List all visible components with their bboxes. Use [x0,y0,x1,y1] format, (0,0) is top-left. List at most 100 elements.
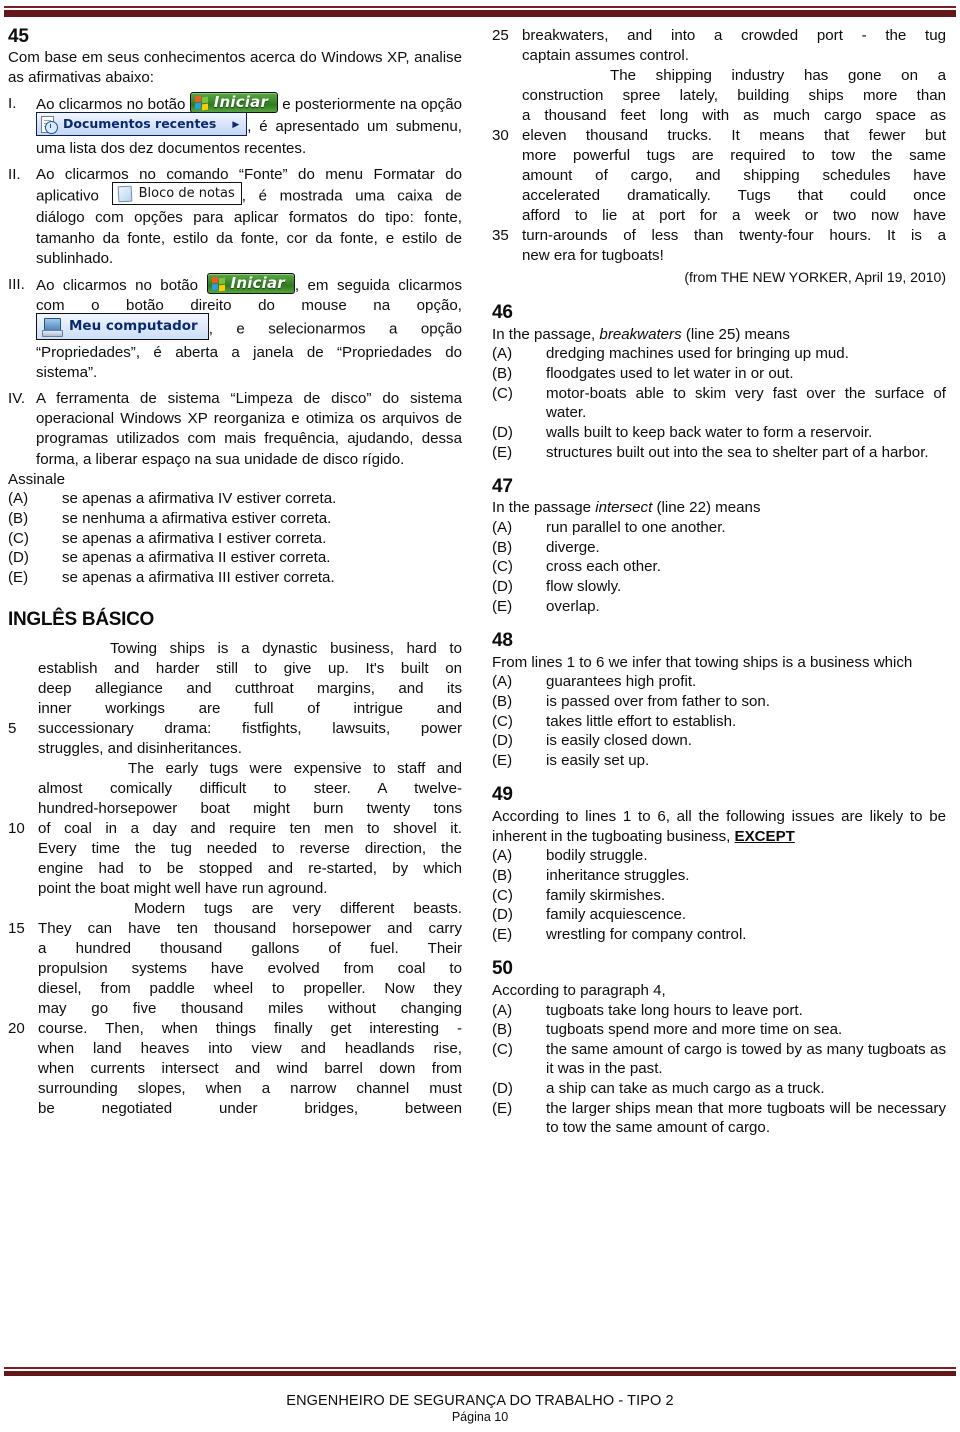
alternative-d[interactable]: (D) a ship can take as much cargo as a tr… [492,1079,946,1099]
question-number: 48 [492,630,513,652]
alternative-text: is passed over from father to son. [546,693,770,710]
recent-documents-menu-image: Documentos recentes ▶ [36,112,248,137]
recent-documents-label: Documentos recentes [63,116,217,132]
alternative-text: is easily closed down. [546,732,692,750]
question-50: 50 According to paragraph 4, (A) tugboats… [492,958,946,1137]
alternative-label: (D) [492,578,513,596]
alternative-e[interactable]: (E) is easily set up. [492,751,946,771]
alternative-e[interactable]: (E) se apenas a afirmativa III estiver c… [8,568,462,588]
passage-line: when currents intersect and wind barrel … [8,1059,462,1079]
alternative-text: se apenas a afirmativa II estiver corret… [62,549,331,567]
alternative-c[interactable]: (C) cross each other. [492,557,946,577]
alternative-e[interactable]: (E) the larger ships mean that more tugbo… [492,1099,946,1138]
alternative-b[interactable]: (B) inheritance struggles. [492,866,946,886]
start-button-image: Iniciar [189,91,279,114]
alternative-label: (B) [492,1021,513,1039]
line-text: The shipping industry has gone on a [610,66,946,84]
alternative-text: the same amount of cargo is towed by as … [546,1040,946,1078]
alternative-d[interactable]: (D) family acquiescence. [492,905,946,925]
passage-line: establish and harder still to give up. I… [8,659,462,679]
affirmation-label: I. [8,94,17,112]
reading-passage-left: Towing ships is a dynastic business, har… [8,639,462,1119]
question-number: 49 [492,784,513,806]
question-stem: Com base em seus conhecimentos acerca do… [8,49,462,87]
alternative-text: cross each other. [546,558,661,576]
alternative-c[interactable]: (C) takes little effort to establish. [492,712,946,732]
line-text: afford to lie at port for a week or two … [522,206,946,224]
question-stem: In the passage intersect (line 22) means [492,499,761,517]
alternative-label: (E) [492,1099,513,1117]
my-computer-label: Meu computador [69,317,198,334]
alternative-d[interactable]: (D) walls built to keep back water to for… [492,423,946,443]
alternative-label: (A) [492,847,513,865]
notepad-image: Bloco de notas [111,182,242,206]
notepad-label: Bloco de notas [138,186,235,202]
alternative-label: (E) [492,925,513,943]
alternative-d[interactable]: (D) flow slowly. [492,577,946,597]
section-title-ingles-basico: INGLÊS BÁSICO [8,609,155,631]
submenu-arrow-icon: ▶ [232,118,240,129]
line-text: struggles, and disinheritances. [38,740,242,758]
affirmation-ii: II. Ao clicarmos no comando “Fonte” do m… [8,165,462,268]
footer-title: ENGENHEIRO DE SEGURANÇA DO TRABALHO - TI… [286,1393,674,1410]
alternative-a[interactable]: (A) dredging machines used for bringing u… [492,344,946,364]
affirmation-i-part2: e posteriormente na opção [282,95,462,113]
alternative-e[interactable]: (E) structures built out into the sea to … [492,443,946,463]
alternative-c[interactable]: (C) family skirmishes. [492,886,946,906]
alternative-e[interactable]: (E) wrestling for company control. [492,925,946,945]
alternative-text: tugboats spend more and more time on sea… [546,1021,843,1039]
header-rule [4,6,956,18]
alternative-b[interactable]: (B) floodgates used to let water in or ou… [492,364,946,384]
passage-line: point the boat might well have run agrou… [8,879,462,899]
line-text: captain assumes control. [522,46,689,64]
left-column: 45 Com base em seus conhecimentos acerca… [8,26,462,1119]
question-47: 47 In the passage intersect (line 22) me… [492,476,946,616]
alternative-a[interactable]: (A) guarantees high profit. [492,672,946,692]
alternative-b[interactable]: (B) is passed over from father to son. [492,692,946,712]
passage-line: Every time the tug needed to reverse dir… [8,839,462,859]
alternative-c[interactable]: (C) the same amount of cargo is towed by … [492,1040,946,1079]
affirmation-iii: III. Ao clicarmos no botão Iniciar , em … [8,272,462,384]
alternative-a[interactable]: (A) tugboats take long hours to leave por… [492,1001,946,1021]
alternative-text: motor-boats able to skim very fast over … [546,384,946,422]
alternative-b[interactable]: (B) se nenhuma a afirmativa estiver corr… [8,509,462,529]
affirmation-ii-part2: , é mostrada uma caixa de diálogo com op… [36,187,462,267]
windows-flag-icon [194,95,210,111]
line-number: 10 [8,820,25,838]
alternative-a[interactable]: (A) run parallel to one another. [492,518,946,538]
passage-line: new era for tugboats! [492,246,946,266]
alternative-e[interactable]: (E) overlap. [492,597,946,617]
recent-documents-icon [40,115,58,135]
question-number: 50 [492,958,513,980]
alternative-label: (D) [492,1079,513,1097]
line-text: be negotiated under bridges, between [38,1100,462,1118]
line-text: amount of cargo, and shipping schedules … [522,166,946,184]
alternative-d[interactable]: (D) se apenas a afirmativa II estiver co… [8,548,462,568]
passage-line: 5 successionary drama: fistfights, lawsui… [8,719,462,739]
passage-credit: (from THE NEW YORKER, April 19, 2010) [684,268,946,285]
alternative-label: (C) [492,558,513,576]
line-text: hundred-horsepower boat might burn twent… [38,800,462,818]
alternative-b[interactable]: (B) tugboats spend more and more time on … [492,1020,946,1040]
question-48-alternatives: (A) guarantees high profit. (B) is passed … [492,672,946,770]
line-text: propulsion systems have evolved from coa… [38,960,462,978]
passage-line: The shipping industry has gone on a [492,66,946,86]
footer-rule-thin [4,1367,956,1369]
affirmation-text: Ao clicarmos no comando “Fonte” do menu … [36,165,462,268]
alternative-d[interactable]: (D) is easily closed down. [492,731,946,751]
passage-line: hundred-horsepower boat might burn twent… [8,799,462,819]
alternative-c[interactable]: (C) se apenas a afirmativa I estiver cor… [8,529,462,549]
footer-page-number: Página 10 [451,1410,509,1425]
alternative-b[interactable]: (B) diverge. [492,538,946,558]
line-text: Towing ships is a dynastic business, har… [110,640,462,658]
alternative-label: (A) [492,673,513,691]
alternative-label: (A) [8,490,29,508]
alternative-text: se nenhuma a afirmativa estiver correta. [62,510,332,528]
alternative-a[interactable]: (A) bodily struggle. [492,846,946,866]
line-text: successionary drama: fistfights, lawsuit… [38,720,462,738]
alternative-a[interactable]: (A) se apenas a afirmativa IV estiver co… [8,489,462,509]
passage-line: 10 of coal in a day and require ten men t… [8,819,462,839]
line-number: 5 [8,720,17,738]
alternative-c[interactable]: (C) motor-boats able to skim very fast ov… [492,384,946,423]
header-rule-thick [4,10,956,17]
